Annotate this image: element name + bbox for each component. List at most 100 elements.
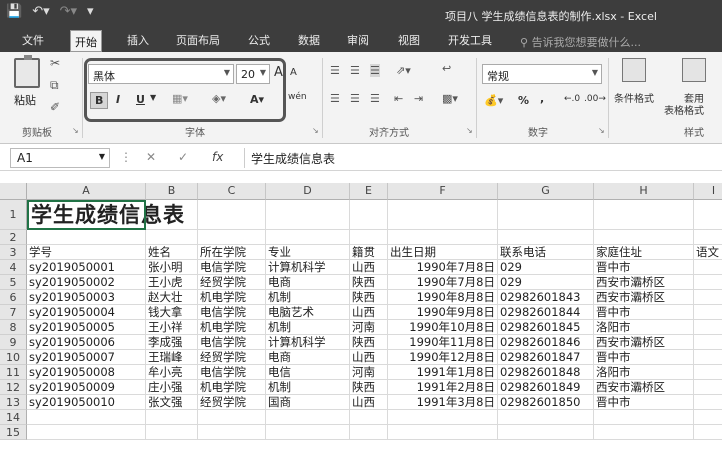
cell[interactable] xyxy=(350,410,388,425)
cell[interactable] xyxy=(594,230,694,245)
align-center-icon[interactable]: ☰ xyxy=(350,92,360,105)
row-header[interactable]: 15 xyxy=(0,425,27,440)
conditional-formatting-button[interactable]: 条件格式 xyxy=(614,90,654,105)
redo-icon[interactable]: ↷▾ xyxy=(60,4,77,19)
table-cell[interactable]: 7 xyxy=(694,290,722,305)
row-header[interactable]: 10 xyxy=(0,350,27,365)
table-cell[interactable]: 02982601844 xyxy=(498,305,594,320)
column-header-e[interactable]: E xyxy=(350,183,388,200)
number-format-combo[interactable]: 常规 ▼ xyxy=(482,64,602,84)
column-header-i[interactable]: I xyxy=(694,183,722,200)
table-cell[interactable]: sy2019050006 xyxy=(27,335,146,350)
cell[interactable] xyxy=(694,410,722,425)
table-cell[interactable]: 经贸学院 xyxy=(198,395,266,410)
table-cell[interactable]: 晋中市 xyxy=(594,395,694,410)
select-all-corner[interactable] xyxy=(0,183,27,200)
column-header-h[interactable]: H xyxy=(594,183,694,200)
table-cell[interactable]: 洛阳市 xyxy=(594,320,694,335)
header-cell[interactable]: 所在学院 xyxy=(198,245,266,260)
table-cell[interactable]: 1990年11月8日 xyxy=(388,335,498,350)
table-cell[interactable]: 029 xyxy=(498,275,594,290)
table-cell[interactable]: 1991年2月8日 xyxy=(388,380,498,395)
table-cell[interactable]: 庄小强 xyxy=(146,380,198,395)
table-cell[interactable]: 陕西 xyxy=(350,275,388,290)
table-cell[interactable]: 西安市灞桥区 xyxy=(594,335,694,350)
table-cell[interactable]: sy2019050003 xyxy=(27,290,146,305)
header-cell[interactable]: 学号 xyxy=(27,245,146,260)
table-cell[interactable]: 029 xyxy=(498,260,594,275)
row-header[interactable]: 6 xyxy=(0,290,27,305)
table-cell[interactable]: 西安市灞桥区 xyxy=(594,275,694,290)
paste-button[interactable]: 粘贴 xyxy=(14,92,36,108)
table-cell[interactable]: 西安市灞桥区 xyxy=(594,290,694,305)
table-cell[interactable]: 王瑞峰 xyxy=(146,350,198,365)
table-cell[interactable]: 02982601849 xyxy=(498,380,594,395)
format-painter-icon[interactable]: ✐ xyxy=(50,100,60,114)
tab-developer[interactable]: 开发工具 xyxy=(448,32,492,48)
table-cell[interactable]: 9 xyxy=(694,275,722,290)
table-cell[interactable]: 山西 xyxy=(350,350,388,365)
tab-review[interactable]: 审阅 xyxy=(347,32,369,48)
alignment-launcher-icon[interactable]: ↘ xyxy=(466,126,473,135)
table-cell[interactable]: 1990年7月8日 xyxy=(388,260,498,275)
table-cell[interactable]: 7 xyxy=(694,365,722,380)
table-cell[interactable]: 机制 xyxy=(266,290,350,305)
font-launcher-icon[interactable]: ↘ xyxy=(312,126,319,135)
table-cell[interactable]: 河南 xyxy=(350,320,388,335)
cancel-icon[interactable]: ✕ xyxy=(146,150,156,164)
table-cell[interactable]: 山西 xyxy=(350,305,388,320)
row-header[interactable]: 2 xyxy=(0,230,27,245)
table-cell[interactable]: 电信 xyxy=(266,365,350,380)
row-header[interactable]: 3 xyxy=(0,245,27,260)
cell[interactable] xyxy=(266,200,350,230)
decrease-indent-icon[interactable]: ⇤ xyxy=(394,92,403,105)
table-cell[interactable]: 河南 xyxy=(350,365,388,380)
row-header[interactable]: 11 xyxy=(0,365,27,380)
cell[interactable] xyxy=(498,410,594,425)
row-header[interactable]: 9 xyxy=(0,335,27,350)
table-cell[interactable]: 机电学院 xyxy=(198,320,266,335)
table-cell[interactable]: 电脑艺术 xyxy=(266,305,350,320)
align-bottom-icon[interactable]: ☰ xyxy=(370,64,380,77)
table-cell[interactable]: 9 xyxy=(694,350,722,365)
table-cell[interactable]: 电信学院 xyxy=(198,335,266,350)
row-header[interactable]: 5 xyxy=(0,275,27,290)
column-header-c[interactable]: C xyxy=(198,183,266,200)
tab-home[interactable]: 开始 xyxy=(70,30,102,52)
orientation-icon[interactable]: ⇗▾ xyxy=(396,64,411,77)
table-cell[interactable]: 02982601843 xyxy=(498,290,594,305)
increase-indent-icon[interactable]: ⇥ xyxy=(414,92,423,105)
table-cell[interactable]: 1991年1月8日 xyxy=(388,365,498,380)
table-cell[interactable]: 王小祥 xyxy=(146,320,198,335)
column-header-b[interactable]: B xyxy=(146,183,198,200)
table-cell[interactable]: sy2019050008 xyxy=(27,365,146,380)
table-cell[interactable]: 牟小亮 xyxy=(146,365,198,380)
tab-insert[interactable]: 插入 xyxy=(127,32,149,48)
paste-icon[interactable] xyxy=(14,55,40,88)
table-cell[interactable]: 经贸学院 xyxy=(198,350,266,365)
cell[interactable] xyxy=(198,230,266,245)
tab-page-layout[interactable]: 页面布局 xyxy=(176,32,220,48)
formula-input[interactable]: 学生成绩信息表 xyxy=(244,148,722,168)
merge-center-icon[interactable]: ▩▾ xyxy=(442,92,458,105)
tab-view[interactable]: 视图 xyxy=(398,32,420,48)
cell[interactable] xyxy=(27,230,146,245)
column-header-d[interactable]: D xyxy=(266,183,350,200)
cell[interactable] xyxy=(198,200,266,230)
tab-data[interactable]: 数据 xyxy=(298,32,320,48)
comma-button[interactable]: , xyxy=(540,92,544,105)
row-header[interactable]: 7 xyxy=(0,305,27,320)
cell[interactable] xyxy=(350,425,388,440)
table-cell[interactable]: 洛阳市 xyxy=(594,365,694,380)
enter-icon[interactable]: ✓ xyxy=(178,150,188,164)
table-cell[interactable]: 02982601850 xyxy=(498,395,594,410)
table-cell[interactable]: 5 xyxy=(694,335,722,350)
table-cell[interactable]: 张文强 xyxy=(146,395,198,410)
table-cell[interactable]: 经贸学院 xyxy=(198,275,266,290)
worksheet-grid[interactable]: A B C D E F G H I 1 2 3 学号 姓名 所在学院 专业 籍贯 出生日期 联系电话 家庭住址 语文 4 s… xyxy=(0,178,722,462)
cell[interactable] xyxy=(266,410,350,425)
header-cell[interactable]: 出生日期 xyxy=(388,245,498,260)
table-cell[interactable]: 晋中市 xyxy=(594,260,694,275)
table-cell[interactable]: sy2019050010 xyxy=(27,395,146,410)
table-cell[interactable]: 赵大壮 xyxy=(146,290,198,305)
